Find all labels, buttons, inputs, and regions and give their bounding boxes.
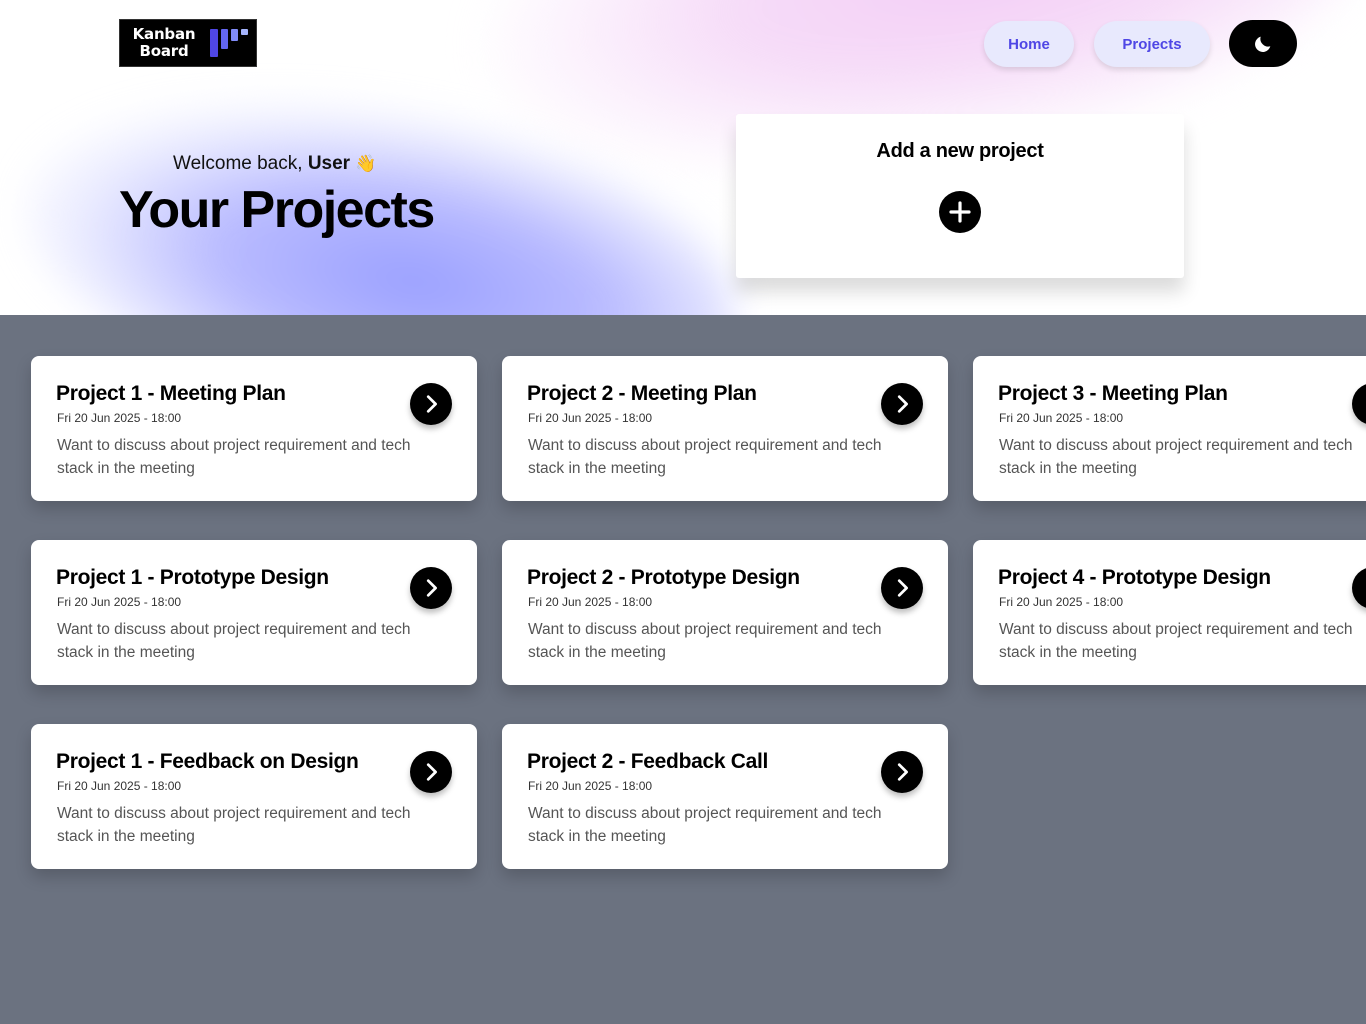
nav-projects-button[interactable]: Projects xyxy=(1094,21,1210,67)
welcome-prefix: Welcome back, xyxy=(173,153,308,174)
project-title: Project 1 - Prototype Design xyxy=(56,566,329,589)
project-date: Fri 20 Jun 2025 - 18:00 xyxy=(528,595,653,609)
add-project-title: Add a new project xyxy=(876,140,1044,162)
welcome-user: User xyxy=(307,153,351,174)
open-project-button[interactable] xyxy=(410,383,452,425)
add-project-button[interactable] xyxy=(939,191,981,233)
project-card[interactable]: Project 3 - Meeting Plan Fri 20 Jun 2025 … xyxy=(973,356,1366,501)
project-date: Fri 20 Jun 2025 - 18:00 xyxy=(528,779,653,793)
chevron-right-icon xyxy=(897,579,908,597)
page-title: Your Projects xyxy=(119,181,435,239)
chevron-right-icon xyxy=(897,395,908,413)
chevron-right-icon xyxy=(426,395,437,413)
open-project-button[interactable] xyxy=(881,751,923,793)
project-title: Project 1 - Meeting Plan xyxy=(56,382,286,405)
open-project-button[interactable] xyxy=(1352,383,1366,425)
project-title: Project 2 - Meeting Plan xyxy=(527,382,757,405)
project-description: Want to discuss about project requiremen… xyxy=(528,437,882,477)
logo-line-2: Board xyxy=(139,42,189,60)
project-description: Want to discuss about project requiremen… xyxy=(999,437,1353,477)
chevron-right-icon xyxy=(426,763,437,781)
project-title: Project 2 - Feedback Call xyxy=(527,750,769,773)
project-title: Project 1 - Feedback on Design xyxy=(56,750,359,773)
theme-toggle-button[interactable] xyxy=(1229,20,1297,67)
chevron-right-icon xyxy=(426,579,437,597)
project-date: Fri 20 Jun 2025 - 18:00 xyxy=(999,595,1124,609)
project-date: Fri 20 Jun 2025 - 18:00 xyxy=(528,411,653,425)
project-card[interactable]: Project 2 - Feedback Call Fri 20 Jun 2025… xyxy=(502,724,948,869)
open-project-button[interactable] xyxy=(1352,567,1366,609)
project-card[interactable]: Project 1 - Meeting Plan Fri 20 Jun 2025 … xyxy=(31,356,477,501)
project-card[interactable]: Project 2 - Prototype Design Fri 20 Jun 2… xyxy=(502,540,948,685)
project-description: Want to discuss about project requiremen… xyxy=(528,621,882,661)
welcome-message: Welcome back, User 👋 xyxy=(173,153,377,175)
project-card[interactable]: Project 4 - Prototype Design Fri 20 Jun 2… xyxy=(973,540,1366,685)
nav-home-button[interactable]: Home xyxy=(984,21,1074,67)
open-project-button[interactable] xyxy=(881,567,923,609)
open-project-button[interactable] xyxy=(410,751,452,793)
project-description: Want to discuss about project requiremen… xyxy=(57,621,411,661)
project-card[interactable]: Project 1 - Prototype Design Fri 20 Jun 2… xyxy=(31,540,477,685)
project-card[interactable]: Project 2 - Meeting Plan Fri 20 Jun 2025 … xyxy=(502,356,948,501)
project-title: Project 2 - Prototype Design xyxy=(527,566,800,589)
moon-icon xyxy=(1255,36,1271,52)
project-description: Want to discuss about project requiremen… xyxy=(57,437,411,477)
open-project-button[interactable] xyxy=(410,567,452,609)
project-title: Project 3 - Meeting Plan xyxy=(998,382,1228,405)
project-date: Fri 20 Jun 2025 - 18:00 xyxy=(57,779,182,793)
open-project-button[interactable] xyxy=(881,383,923,425)
logo-text: Kanban Board xyxy=(124,26,204,60)
project-description: Want to discuss about project requiremen… xyxy=(999,621,1353,661)
project-date: Fri 20 Jun 2025 - 18:00 xyxy=(57,411,182,425)
hero-section: Kanban Board Home Projects Welcome back,… xyxy=(0,0,1366,315)
project-date: Fri 20 Jun 2025 - 18:00 xyxy=(999,411,1124,425)
chevron-right-icon xyxy=(897,763,908,781)
kanban-logo-icon xyxy=(210,29,248,57)
project-description: Want to discuss about project requiremen… xyxy=(528,805,882,845)
wave-icon: 👋 xyxy=(355,154,377,173)
logo[interactable]: Kanban Board xyxy=(119,19,257,67)
project-description: Want to discuss about project requiremen… xyxy=(57,805,411,845)
logo-line-1: Kanban xyxy=(132,25,196,43)
project-card[interactable]: Project 1 - Feedback on Design Fri 20 Jun… xyxy=(31,724,477,869)
plus-icon xyxy=(949,201,971,223)
project-title: Project 4 - Prototype Design xyxy=(998,566,1271,589)
chevron-right-icon xyxy=(1362,577,1366,599)
project-date: Fri 20 Jun 2025 - 18:00 xyxy=(57,595,182,609)
chevron-right-icon xyxy=(1362,393,1366,415)
add-project-card[interactable]: Add a new project xyxy=(736,114,1184,278)
